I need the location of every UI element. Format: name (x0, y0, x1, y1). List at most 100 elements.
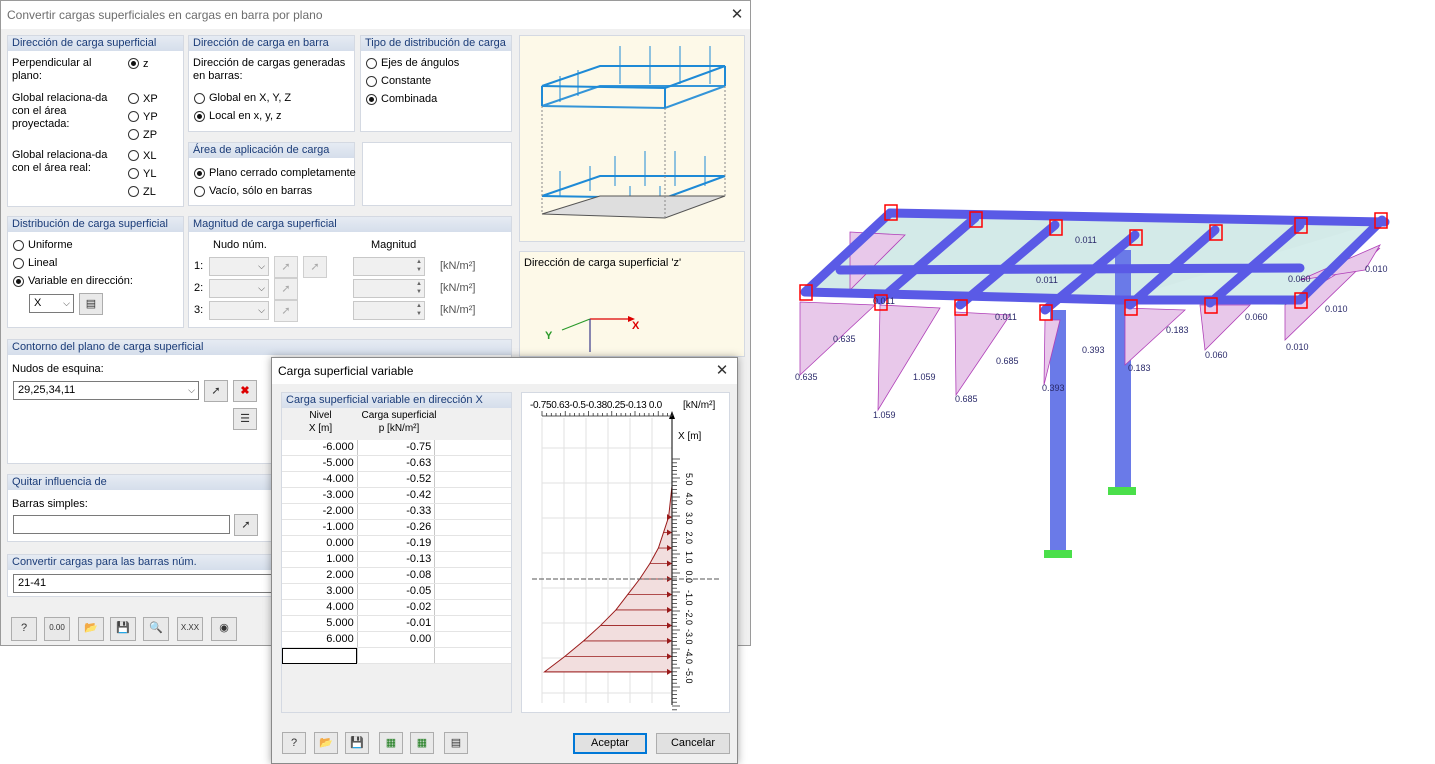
pick-corner-nodes-button[interactable]: ➚ (204, 380, 228, 402)
load-cell[interactable]: -0.75 (357, 440, 436, 456)
radio-zp[interactable] (128, 129, 139, 140)
level-cell[interactable]: -5.000 (282, 455, 358, 472)
decimals-button[interactable]: X.XX (177, 617, 203, 641)
radio-variable[interactable] (13, 276, 24, 287)
table-row[interactable]: 1.000 -0.13 (282, 551, 511, 568)
table-row[interactable]: 3.000 -0.05 (282, 583, 511, 600)
pick-node-3-button[interactable]: ➚ (274, 300, 298, 322)
pick-node-1-button[interactable]: ➚ (274, 256, 298, 278)
help-button[interactable]: ? (282, 732, 306, 754)
direction-select[interactable]: X ⌵ (29, 294, 74, 313)
table-row[interactable]: -5.000 -0.63 (282, 455, 511, 472)
level-cell[interactable]: -4.000 (282, 471, 358, 488)
load-cell[interactable] (357, 647, 436, 664)
col-magnitude-header: Magnitud (371, 239, 417, 251)
node-2-select[interactable]: ⌵ (209, 279, 269, 298)
level-cell[interactable]: -3.000 (282, 487, 358, 504)
table-row[interactable]: 5.000 -0.01 (282, 615, 511, 632)
corner-nodes-list-button[interactable]: ☰ (233, 408, 257, 430)
radio-uniforme[interactable] (13, 240, 24, 251)
radio-yl[interactable] (128, 168, 139, 179)
radio-zl[interactable] (128, 186, 139, 197)
load-cell[interactable]: -0.26 (357, 519, 436, 536)
radio-cerrado[interactable] (194, 168, 205, 179)
load-cell[interactable]: -0.05 (357, 583, 436, 600)
group-application-area: Área de aplicación de carga Plano cerrad… (188, 142, 356, 206)
radio-combinada[interactable] (366, 94, 377, 105)
export-excel-button[interactable]: ▦ (379, 732, 403, 754)
table-row[interactable]: -3.000 -0.42 (282, 487, 511, 504)
save-button[interactable]: 💾 (345, 732, 369, 754)
level-cell[interactable]: 0.000 (282, 535, 358, 552)
help-button[interactable]: ? (11, 617, 37, 641)
radio-z[interactable] (128, 58, 139, 69)
level-cell[interactable]: -6.000 (282, 440, 358, 456)
delete-x-icon: ✖ (240, 385, 250, 397)
open-button[interactable]: 📂 (314, 732, 338, 754)
radio-xp[interactable] (128, 93, 139, 104)
level-cell[interactable] (282, 647, 358, 664)
pick-nodes-button[interactable]: ➚ (303, 256, 327, 278)
pick-members-button[interactable]: ➚ (234, 514, 258, 536)
table-row[interactable]: -2.000 -0.33 (282, 503, 511, 520)
load-cell[interactable]: -0.19 (357, 535, 436, 552)
single-members-input[interactable] (13, 515, 230, 534)
import-excel-button[interactable]: ▦ (410, 732, 434, 754)
table-row[interactable]: -4.000 -0.52 (282, 471, 511, 488)
save-button[interactable]: 💾 (110, 617, 136, 641)
node-3-select[interactable]: ⌵ (209, 301, 269, 320)
level-cell[interactable]: 2.000 (282, 567, 358, 584)
radio-vacio[interactable] (194, 186, 205, 197)
level-cell[interactable]: 3.000 (282, 583, 358, 600)
perp-label: Perpendicular al plano: (12, 57, 92, 82)
magnitude-1-input[interactable]: ▲ ▼ (353, 257, 425, 276)
radio-global-xyz[interactable] (194, 93, 205, 104)
radio-yp[interactable] (128, 111, 139, 122)
view-button[interactable]: ◉ (211, 617, 237, 641)
calculator-button[interactable]: ▤ (444, 732, 468, 754)
close-icon[interactable]: ✕ (710, 361, 734, 381)
ok-button[interactable]: Aceptar (573, 733, 647, 754)
radio-local-xyz[interactable] (194, 111, 205, 122)
structure-3d-view[interactable]: 0.011 0.060 0.010 0.011 0.060 0.010 0.63… (740, 200, 1430, 570)
cancel-button[interactable]: Cancelar (656, 733, 730, 754)
table-row[interactable]: 6.000 0.00 (282, 631, 511, 648)
level-cell[interactable]: -2.000 (282, 503, 358, 520)
close-icon[interactable]: ✕ (725, 5, 749, 25)
corner-nodes-input[interactable]: 29,25,34,11 ⌵ (13, 381, 199, 400)
load-cell[interactable]: 0.00 (357, 631, 436, 648)
zero-button[interactable]: 0.00 (44, 617, 70, 641)
table-row[interactable]: 2.000 -0.08 (282, 567, 511, 584)
load-cell[interactable]: -0.33 (357, 503, 436, 520)
delete-corner-nodes-button[interactable]: ✖ (233, 380, 257, 402)
radio-constante[interactable] (366, 76, 377, 87)
load-cell[interactable]: -0.08 (357, 567, 436, 584)
radio-ejes[interactable] (366, 58, 377, 69)
load-cell[interactable]: -0.63 (357, 455, 436, 472)
radio-lineal[interactable] (13, 258, 24, 269)
load-cell[interactable]: -0.02 (357, 599, 436, 616)
level-cell[interactable]: 5.000 (282, 615, 358, 632)
preview-button[interactable]: 🔍 (143, 617, 169, 641)
level-cell[interactable]: 4.000 (282, 599, 358, 616)
radio-xl[interactable] (128, 150, 139, 161)
load-cell[interactable]: -0.42 (357, 487, 436, 504)
node-1-select[interactable]: ⌵ (209, 257, 269, 276)
table-row[interactable]: -1.000 -0.26 (282, 519, 511, 536)
edit-variable-button[interactable]: ▤ (79, 293, 103, 315)
pick-node-2-button[interactable]: ➚ (274, 278, 298, 300)
magnitude-2-input[interactable]: ▲ ▼ (353, 279, 425, 298)
open-button[interactable]: 📂 (78, 617, 104, 641)
table-row[interactable]: 4.000 -0.02 (282, 599, 511, 616)
empty-group (362, 142, 512, 206)
level-cell[interactable]: 1.000 (282, 551, 358, 568)
table-row[interactable] (282, 647, 511, 664)
level-cell[interactable]: 6.000 (282, 631, 358, 648)
table-row[interactable]: 0.000 -0.19 (282, 535, 511, 552)
table-row[interactable]: -6.000 -0.75 (282, 440, 511, 456)
magnitude-3-input[interactable]: ▲ ▼ (353, 301, 425, 320)
load-cell[interactable]: -0.13 (357, 551, 436, 568)
level-cell[interactable]: -1.000 (282, 519, 358, 536)
load-cell[interactable]: -0.52 (357, 471, 436, 488)
load-cell[interactable]: -0.01 (357, 615, 436, 632)
